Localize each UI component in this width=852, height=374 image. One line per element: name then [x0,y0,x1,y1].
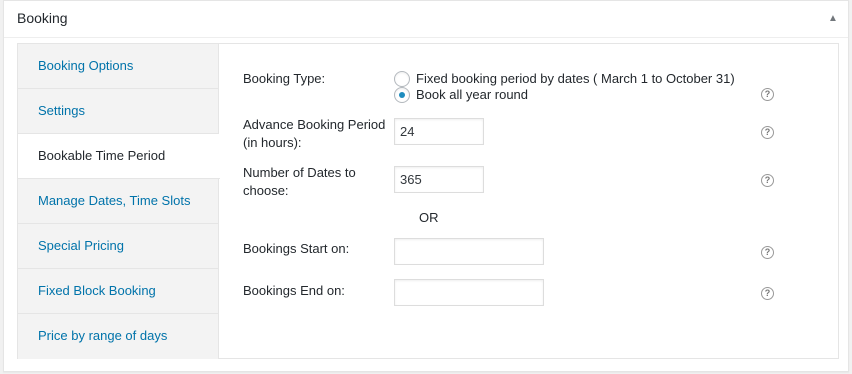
radio-all-year[interactable]: Book all year round [394,86,554,104]
start-on-label: Bookings Start on: [243,241,350,256]
radio-fixed-period-circle[interactable] [394,71,410,87]
end-on-label: Bookings End on: [243,283,345,298]
advance-period-label-2: (in hours): [243,135,302,150]
tab-booking-options[interactable]: Booking Options [18,44,218,89]
radio-all-year-label[interactable]: Book all year round [416,86,528,104]
tab-bookable-time-period[interactable]: Bookable Time Period [18,134,220,179]
tab-settings[interactable]: Settings [18,89,218,134]
advance-period-label-1: Advance Booking Period [243,117,386,132]
tab-price-by-range-of-days[interactable]: Price by range of days [18,314,218,359]
tab-list: Booking Options Settings Bookable Time P… [18,44,220,359]
metabox-title: Booking [17,10,68,26]
tab-content: Booking Type: Fixed booking period by da… [219,44,838,358]
tab-special-pricing[interactable]: Special Pricing [18,224,218,269]
start-on-input[interactable] [394,238,544,265]
num-dates-label-2: choose: [243,183,289,198]
help-icon[interactable]: ? [761,126,774,139]
help-icon[interactable]: ? [761,287,774,300]
booking-type-label: Booking Type: [243,71,326,86]
tab-manage-dates-time-slots[interactable]: Manage Dates, Time Slots [18,179,218,224]
help-icon[interactable]: ? [761,88,774,101]
advance-period-input[interactable]: 24 [394,118,484,145]
num-dates-label-1: Number of Dates to [243,165,356,180]
help-icon[interactable]: ? [761,174,774,187]
booking-metabox: Booking ▲ Booking Options Settings Booka… [3,0,849,372]
or-separator: OR [419,210,439,225]
help-icon[interactable]: ? [761,246,774,259]
metabox-header: Booking ▲ [4,1,848,38]
radio-all-year-circle[interactable] [394,87,410,103]
num-dates-input[interactable]: 365 [394,166,484,193]
end-on-input[interactable] [394,279,544,306]
tab-fixed-block-booking[interactable]: Fixed Block Booking [18,269,218,314]
collapse-arrow-icon[interactable]: ▲ [826,11,840,27]
booking-panel: Booking Options Settings Bookable Time P… [17,43,839,359]
